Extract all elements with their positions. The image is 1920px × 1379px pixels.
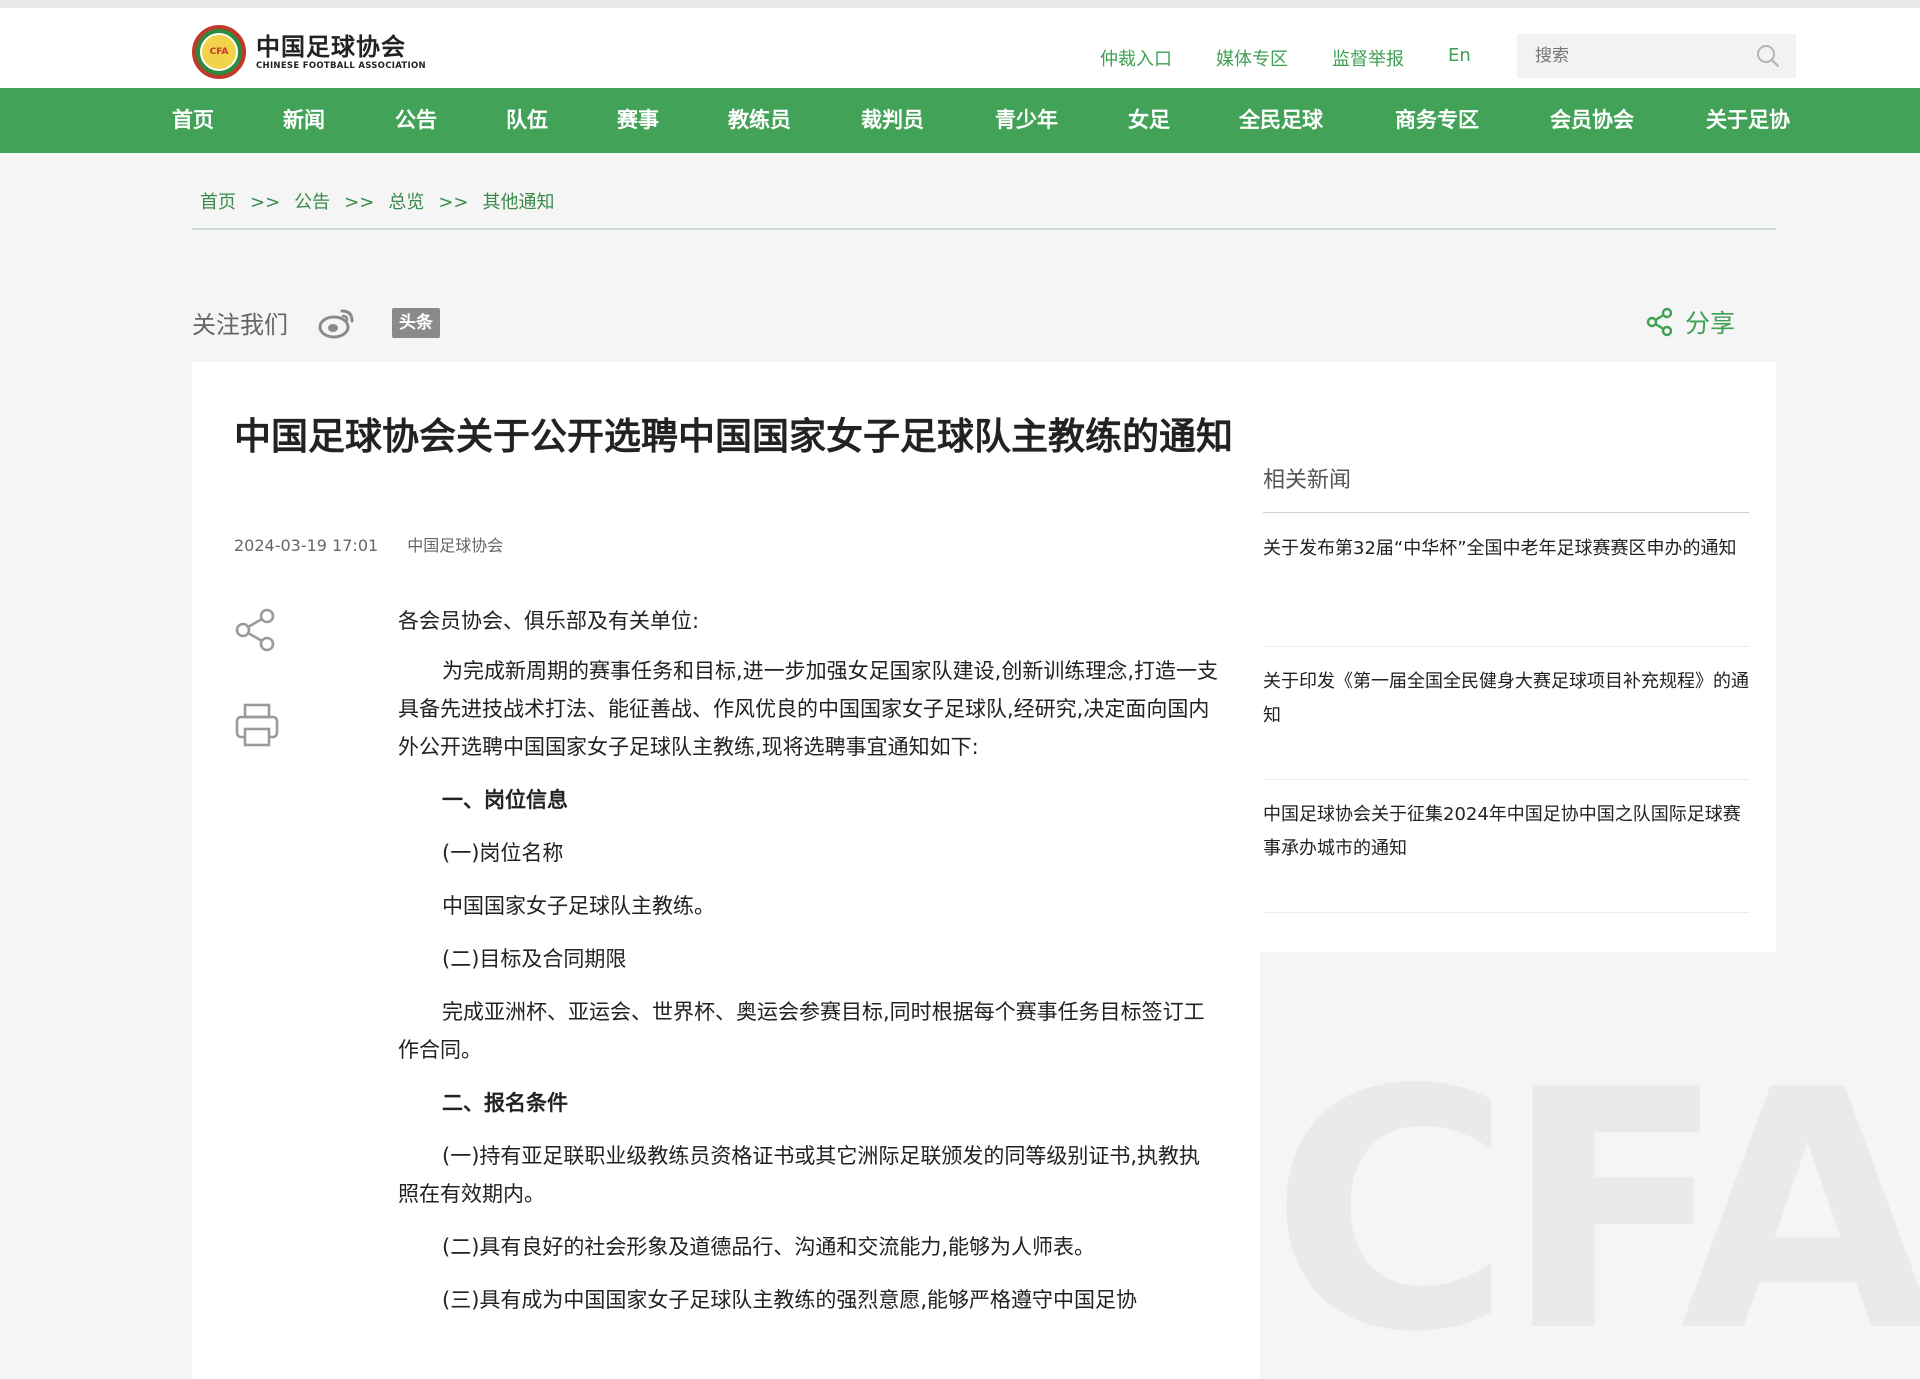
share-icon — [1646, 307, 1673, 337]
top-links: 仲裁入口 媒体专区 监督举报 En — [1100, 45, 1471, 71]
nav-grassroots[interactable]: 全民足球 — [1239, 88, 1323, 153]
nav-womens[interactable]: 女足 — [1128, 88, 1170, 153]
paragraph: (二)具有良好的社会形象及道德品行、沟通和交流能力,能够为人师表。 — [442, 1235, 1096, 1259]
share-icon[interactable] — [234, 608, 278, 652]
cfa-emblem-icon: CFA — [192, 25, 246, 79]
breadcrumb-other-notices[interactable]: 其他通知 — [483, 192, 555, 213]
logo-cn-text: 中国足球协会 — [256, 33, 406, 61]
breadcrumb-overview[interactable]: 总览 — [388, 192, 424, 213]
article-date: 2024-03-19 17:01 — [234, 536, 379, 555]
breadcrumb: 首页 >> 公告 >> 总览 >> 其他通知 — [192, 188, 1776, 230]
share-button[interactable]: 分享 — [1645, 304, 1735, 340]
follow-us: 关注我们 头条 — [192, 305, 440, 340]
print-icon[interactable] — [234, 702, 280, 748]
media-link[interactable]: 媒体专区 — [1216, 45, 1288, 71]
cfa-watermark: CFA — [1270, 1020, 1920, 1379]
article-source: 中国足球协会 — [407, 536, 504, 555]
breadcrumb-home[interactable]: 首页 — [200, 192, 236, 213]
nav-youth[interactable]: 青少年 — [995, 88, 1058, 153]
related-news-title: 相关新闻 — [1263, 462, 1749, 513]
subsection-heading: (二)目标及合同期限 — [442, 947, 627, 971]
article-body: 各会员协会、俱乐部及有关单位: 为完成新周期的赛事任务和目标,进一步加强女足国家… — [398, 602, 1220, 1334]
arbitration-link[interactable]: 仲裁入口 — [1100, 45, 1172, 71]
article-meta: 2024-03-19 17:01 中国足球协会 — [234, 532, 503, 556]
share-label: 分享 — [1685, 309, 1736, 338]
search-icon[interactable] — [1756, 44, 1780, 68]
logo-en-text: CHINESE FOOTBALL ASSOCIATION — [256, 61, 426, 71]
nav-referees[interactable]: 裁判员 — [861, 88, 924, 153]
related-news: 相关新闻 关于发布第32届“中华杯”全国中老年足球赛赛区申办的通知 关于印发《第… — [1260, 362, 1776, 952]
section-heading: 一、岗位信息 — [442, 788, 568, 812]
nav-member-associations[interactable]: 会员协会 — [1550, 88, 1634, 153]
related-news-item[interactable]: 关于发布第32届“中华杯”全国中老年足球赛赛区申办的通知 — [1263, 514, 1749, 647]
paragraph: (三)具有成为中国国家女子足球队主教练的强烈意愿,能够严格遵守中国足协 — [442, 1288, 1138, 1312]
nav-coaches[interactable]: 教练员 — [728, 88, 791, 153]
nav-business[interactable]: 商务专区 — [1395, 88, 1479, 153]
nav-notices[interactable]: 公告 — [395, 88, 437, 153]
cfa-logo[interactable]: CFA 中国足球协会 CHINESE FOOTBALL ASSOCIATION — [192, 24, 426, 80]
paragraph: 完成亚洲杯、亚运会、世界杯、奥运会参赛目标,同时根据每个赛事任务目标签订工作合同… — [398, 1000, 1205, 1062]
main-nav: 首页 新闻 公告 队伍 赛事 教练员 裁判员 青少年 女足 全民足球 商务专区 … — [0, 88, 1920, 153]
search-input[interactable] — [1517, 34, 1747, 78]
nav-news[interactable]: 新闻 — [283, 88, 325, 153]
section-heading: 二、报名条件 — [442, 1091, 568, 1115]
nav-about[interactable]: 关于足协 — [1706, 88, 1790, 153]
related-news-item[interactable]: 关于印发《第一届全国全民健身大赛足球项目补充规程》的通知 — [1263, 647, 1749, 780]
english-link[interactable]: En — [1448, 45, 1471, 71]
nav-teams[interactable]: 队伍 — [506, 88, 548, 153]
paragraph: 中国国家女子足球队主教练。 — [442, 894, 715, 918]
nav-home[interactable]: 首页 — [172, 88, 214, 153]
toutiao-icon[interactable]: 头条 — [392, 307, 440, 338]
top-header: CFA 中国足球协会 CHINESE FOOTBALL ASSOCIATION … — [0, 0, 1920, 88]
nav-matches[interactable]: 赛事 — [617, 88, 659, 153]
follow-label: 关注我们 — [192, 311, 288, 339]
article-greeting: 各会员协会、俱乐部及有关单位: — [398, 609, 700, 633]
article-card: 中国足球协会关于公开选聘中国国家女子足球队主教练的通知 2024-03-19 1… — [192, 362, 1260, 1379]
weibo-icon[interactable] — [318, 307, 356, 339]
subsection-heading: (一)岗位名称 — [442, 841, 564, 865]
report-link[interactable]: 监督举报 — [1332, 45, 1404, 71]
related-news-item[interactable]: 中国足球协会关于征集2024年中国足协中国之队国际足球赛事承办城市的通知 — [1263, 780, 1749, 913]
article-title: 中国足球协会关于公开选聘中国国家女子足球队主教练的通知 — [234, 415, 1233, 458]
article-intro: 为完成新周期的赛事任务和目标,进一步加强女足国家队建设,创新训练理念,打造一支具… — [398, 659, 1219, 759]
search-box — [1517, 34, 1796, 78]
breadcrumb-notices[interactable]: 公告 — [294, 192, 330, 213]
paragraph: (一)持有亚足联职业级教练员资格证书或其它洲际足联颁发的同等级别证书,执教执照在… — [398, 1144, 1201, 1206]
